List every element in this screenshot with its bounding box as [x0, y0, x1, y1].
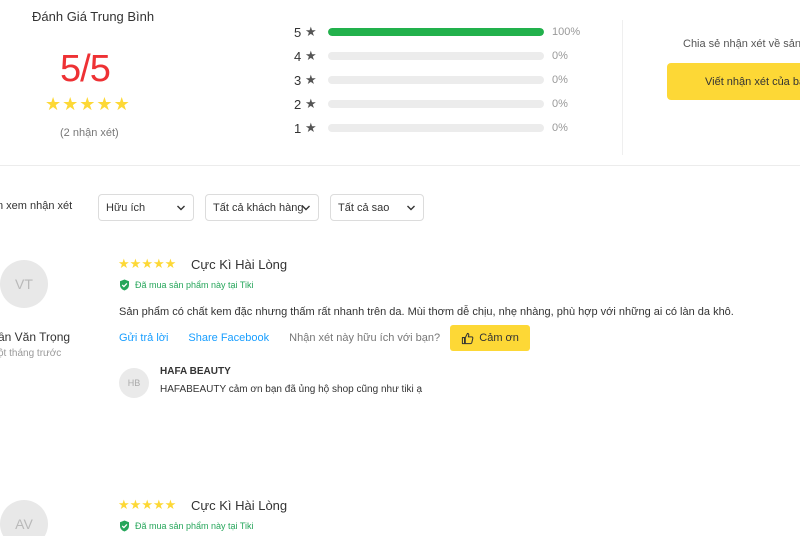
star-icon: ★: [305, 96, 317, 111]
star-filter-select[interactable]: Tất cả sao: [330, 194, 424, 221]
distribution-percent: 0%: [552, 74, 568, 86]
distribution-percent: 0%: [552, 98, 568, 110]
review-title: Cực Kì Hài Lòng: [191, 498, 288, 513]
distribution-bar: [328, 52, 544, 60]
review-actions: Gửi trả lời Share Facebook Nhận xét này …: [119, 325, 531, 351]
thanks-button[interactable]: Cảm ơn: [450, 325, 531, 351]
star-icon: ★: [152, 256, 165, 271]
thanks-button-label: Cảm ơn: [479, 332, 519, 344]
reviewer-name: ần Văn Trọng: [0, 330, 71, 344]
review-count: (2 nhận xét): [60, 127, 119, 139]
star-icon: ★: [305, 72, 317, 87]
average-rating-title: Đánh Giá Trung Bình: [32, 9, 155, 24]
divider: [622, 20, 623, 155]
star-icon: ★: [141, 256, 153, 271]
seller-avatar: HB: [119, 368, 149, 398]
star-icon: ★: [141, 497, 153, 512]
star-icon: ★: [164, 497, 177, 512]
review-body: Sản phẩm có chất kem đặc nhưng thấm rất …: [119, 306, 734, 318]
thumbs-up-icon: [462, 332, 474, 344]
star-icon: ★: [79, 94, 96, 114]
distribution-star-count: 5: [294, 24, 302, 40]
star-icon: ★: [164, 256, 177, 271]
distribution-percent: 0%: [552, 50, 568, 62]
distribution-row-3[interactable]: 3 ★ 0%: [294, 68, 594, 92]
distribution-row-2[interactable]: 2 ★ 0%: [294, 92, 594, 116]
customer-filter-select[interactable]: Tất cả khách hàng: [205, 194, 319, 221]
review-stars: ★ ★ ★ ★ ★: [118, 257, 176, 270]
customer-filter-value: Tất cả khách hàng: [213, 201, 304, 214]
review-time: ột tháng trước: [0, 348, 62, 359]
seller-reply-text: HAFABEAUTY cảm ơn bạn đã ủng hộ shop cũn…: [160, 384, 423, 395]
star-filter-value: Tất cả sao: [338, 201, 390, 214]
distribution-star-count: 1: [294, 120, 302, 136]
star-icon: ★: [45, 94, 62, 114]
star-icon: ★: [305, 120, 317, 135]
star-icon: ★: [152, 497, 165, 512]
distribution-row-4[interactable]: 4 ★ 0%: [294, 44, 594, 68]
share-review-prompt: Chia sẻ nhận xét về sản p: [683, 38, 800, 50]
distribution-row-1[interactable]: 1 ★ 0%: [294, 116, 594, 140]
distribution-bar: [328, 124, 544, 132]
review-stars: ★ ★ ★ ★ ★: [118, 498, 176, 511]
reviewer-avatar: VT: [0, 260, 48, 308]
helpful-question: Nhận xét này hữu ích với bạn?: [289, 332, 441, 344]
rating-distribution: 5 ★ 100% 4 ★ 0% 3 ★ 0% 2 ★ 0% 1 ★ 0%: [294, 20, 594, 140]
star-icon: ★: [96, 94, 113, 114]
verified-text: Đã mua sản phẩm này tại Tiki: [135, 521, 254, 531]
verified-purchase: Đã mua sản phẩm này tại Tiki: [119, 520, 254, 532]
write-review-button[interactable]: Viết nhận xét của bạ: [667, 63, 800, 100]
verified-shield-icon: [120, 520, 129, 532]
average-score: 5/5: [60, 48, 111, 90]
star-icon: ★: [113, 94, 130, 114]
distribution-percent: 100%: [552, 26, 581, 38]
filter-label: n xem nhận xét: [0, 200, 73, 212]
star-icon: ★: [118, 497, 130, 512]
chevron-down-icon: [407, 205, 415, 211]
verified-text: Đã mua sản phẩm này tại Tiki: [135, 280, 254, 290]
distribution-bar: [328, 28, 544, 36]
verified-purchase: Đã mua sản phẩm này tại Tiki: [119, 279, 254, 291]
star-icon: ★: [129, 497, 142, 512]
verified-shield-icon: [120, 279, 129, 291]
chevron-down-icon: [302, 205, 310, 211]
sort-select-value: Hữu ích: [106, 201, 146, 214]
distribution-star-count: 3: [294, 72, 302, 88]
reviewer-avatar: AV: [0, 500, 48, 536]
sort-select[interactable]: Hữu ích: [98, 194, 194, 221]
star-icon: ★: [305, 48, 317, 63]
distribution-bar: [328, 76, 544, 84]
review-title: Cực Kì Hài Lòng: [191, 257, 288, 272]
average-stars: ★ ★ ★ ★ ★: [45, 95, 130, 113]
share-facebook-link[interactable]: Share Facebook: [188, 332, 269, 344]
rating-summary: Đánh Giá Trung Bình 5/5 ★ ★ ★ ★ ★ (2 nhậ…: [0, 0, 800, 166]
star-icon: ★: [305, 24, 317, 39]
star-icon: ★: [62, 94, 79, 114]
distribution-bar: [328, 100, 544, 108]
star-icon: ★: [118, 256, 130, 271]
reply-link[interactable]: Gửi trả lời: [119, 332, 168, 344]
star-icon: ★: [129, 256, 142, 271]
distribution-bar-fill: [328, 28, 544, 36]
distribution-row-5[interactable]: 5 ★ 100%: [294, 20, 594, 44]
distribution-star-count: 4: [294, 48, 302, 64]
seller-name: HAFA BEAUTY: [160, 366, 231, 377]
distribution-star-count: 2: [294, 96, 302, 112]
distribution-percent: 0%: [552, 122, 568, 134]
chevron-down-icon: [177, 205, 185, 211]
